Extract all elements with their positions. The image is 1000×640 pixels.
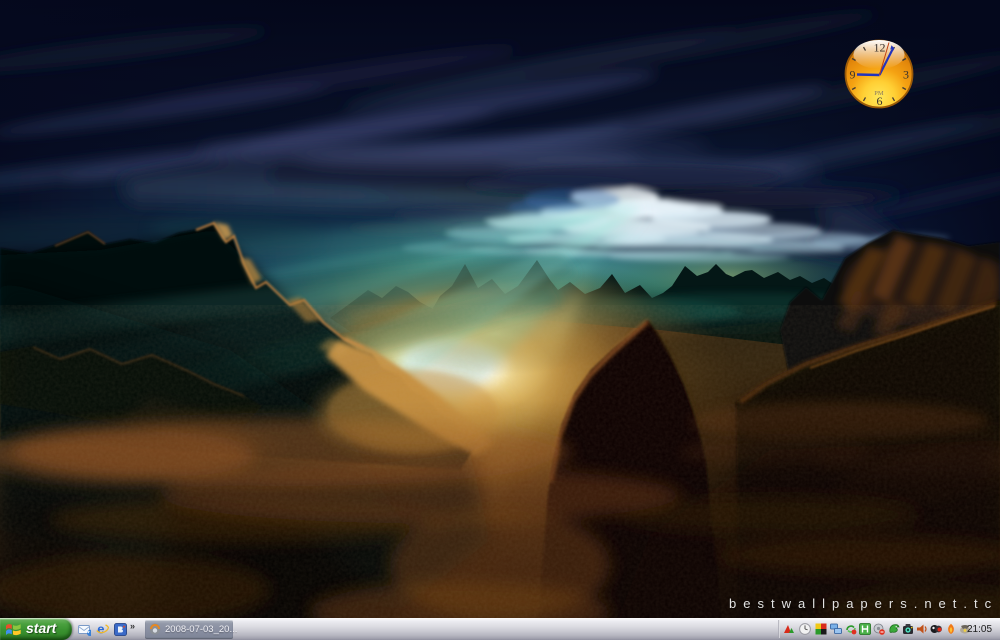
svg-text:e: e	[97, 623, 104, 636]
svg-text:9: 9	[850, 68, 856, 82]
svg-text:PM: PM	[874, 90, 884, 97]
svg-text:3: 3	[903, 68, 909, 82]
svg-text:12: 12	[874, 41, 886, 55]
